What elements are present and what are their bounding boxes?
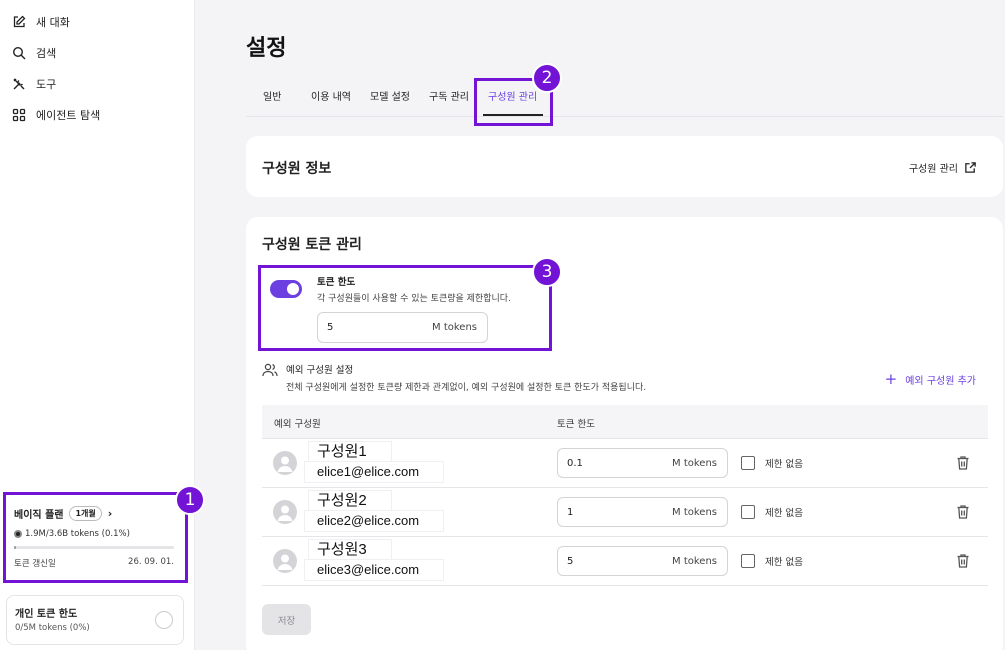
user-icon: [277, 456, 293, 472]
member-manage-link[interactable]: 구성원 관리: [909, 160, 977, 175]
no-limit-checkbox[interactable]: [741, 456, 755, 470]
member-email: elice3@elice.com: [304, 559, 444, 581]
sidebar-item-label: 에이전트 탐색: [36, 109, 101, 122]
grid-icon: [12, 108, 26, 122]
tab-model-settings[interactable]: 모델 설정: [370, 88, 410, 103]
exception-title: 예외 구성원 설정: [286, 365, 354, 376]
plan-title-row: 베이직 플랜 1개월 ›: [14, 506, 112, 521]
plan-card[interactable]: 베이직 플랜 1개월 › 1.9M/3.6B tokens (0.1%) 토큰 …: [6, 496, 186, 580]
table-row: 구성원1 elice1@elice.com 0.1 M tokens 제한 없음: [262, 439, 988, 488]
member-limit-value: 5: [567, 556, 574, 567]
member-limit-value: 0.1: [567, 458, 583, 469]
plan-renew-date: 26. 09. 01.: [128, 557, 174, 567]
plan-usage: 1.9M/3.6B tokens (0.1%): [14, 529, 130, 539]
exception-table-header: 예외 구성원 토큰 한도: [262, 405, 988, 439]
sidebar-item-tools[interactable]: 도구: [12, 72, 56, 96]
member-info-card: 구성원 정보 구성원 관리: [246, 136, 1003, 197]
member-limit-input[interactable]: 1 M tokens: [557, 497, 728, 527]
member-email: elice1@elice.com: [304, 461, 444, 483]
plus-icon: +: [884, 370, 898, 388]
tab-members[interactable]: 구성원 관리: [488, 88, 537, 103]
callout-number-1: 1: [175, 485, 205, 515]
token-management-title: 구성원 토큰 관리: [262, 237, 362, 253]
member-limit-input[interactable]: 0.1 M tokens: [557, 448, 728, 478]
sidebar-item-search[interactable]: 검색: [12, 41, 56, 65]
avatar: [273, 500, 297, 524]
plan-renew-label: 토큰 갱신일: [14, 559, 56, 569]
external-link-icon: [965, 162, 976, 173]
callout-number-3: 3: [532, 257, 562, 287]
table-row: 구성원2 elice2@elice.com 1 M tokens 제한 없음: [262, 488, 988, 537]
callout-number-2: 2: [532, 63, 562, 93]
add-exception-member-button[interactable]: + 예외 구성원 추가: [885, 370, 976, 388]
table-row: 구성원3 elice3@elice.com 5 M tokens 제한 없음: [262, 537, 988, 586]
plan-usage-bar: [14, 546, 174, 549]
member-name: 구성원1: [308, 441, 392, 463]
member-limit-value: 1: [567, 507, 574, 518]
tab-subscription[interactable]: 구독 관리: [429, 88, 469, 103]
plan-usage-text: 1.9M/3.6B tokens (0.1%): [25, 529, 130, 539]
sidebar-item-label: 새 대화: [36, 16, 70, 29]
tab-general[interactable]: 일반: [263, 88, 281, 103]
member-info-title: 구성원 정보: [262, 161, 332, 177]
edit-icon: [12, 15, 26, 29]
member-name: 구성원3: [308, 539, 392, 561]
member-limit-unit: M tokens: [672, 507, 717, 518]
token-limit-desc: 각 구성원들이 사용할 수 있는 토큰량을 제한합니다.: [317, 294, 511, 304]
token-limit-title: 토큰 한도: [317, 277, 356, 288]
member-limit-unit: M tokens: [672, 556, 717, 567]
add-exception-member-label: 예외 구성원 추가: [905, 375, 976, 387]
no-limit-label: 제한 없음: [765, 508, 803, 519]
tools-icon: [12, 77, 26, 91]
avatar: [273, 549, 297, 573]
member-manage-link-label: 구성원 관리: [908, 164, 958, 175]
toggle-knob: [287, 283, 299, 295]
col-token-limit: 토큰 한도: [557, 419, 595, 430]
token-coin-icon: [14, 530, 22, 538]
chevron-right-icon[interactable]: ›: [108, 507, 113, 520]
plan-badge: 1개월: [69, 506, 102, 521]
plan-usage-bar-fill: [14, 546, 17, 549]
no-limit-checkbox[interactable]: [741, 505, 755, 519]
member-name: 구성원2: [308, 490, 392, 512]
sidebar: 새 대화 검색 도구 에이전트 탐색 베이직 플랜 1개월 › 1.9M/3.6…: [0, 0, 195, 650]
sidebar-item-agents[interactable]: 에이전트 탐색: [12, 103, 100, 127]
trash-icon[interactable]: [956, 553, 970, 569]
token-limit-toggle[interactable]: [270, 280, 302, 298]
progress-ring-icon: [155, 611, 173, 629]
sidebar-item-label: 도구: [36, 78, 57, 91]
tab-usage-history[interactable]: 이용 내역: [311, 88, 351, 103]
trash-icon[interactable]: [956, 455, 970, 471]
col-member: 예외 구성원: [274, 419, 321, 430]
member-email: elice2@elice.com: [304, 510, 444, 532]
user-icon: [277, 505, 293, 521]
trash-icon[interactable]: [956, 504, 970, 520]
no-limit-checkbox[interactable]: [741, 554, 755, 568]
page-title: 설정: [246, 36, 287, 61]
sidebar-item-new-chat[interactable]: 새 대화: [12, 10, 70, 34]
token-limit-value: 5: [327, 322, 334, 333]
exception-desc: 전체 구성원에게 설정한 토큰량 제한과 관계없이, 예외 구성원에 설정한 토…: [286, 383, 647, 393]
personal-limit-title: 개인 토큰 한도: [15, 609, 78, 620]
search-icon: [12, 46, 26, 60]
token-limit-input[interactable]: 5 M tokens: [317, 312, 488, 343]
settings-tabs: 일반 이용 내역 모델 설정 구독 관리 구성원 관리: [246, 80, 1003, 117]
personal-limit-card[interactable]: 개인 토큰 한도 0/5M tokens (0%): [6, 595, 184, 645]
token-limit-unit: M tokens: [432, 322, 477, 333]
users-icon: [262, 363, 278, 377]
plan-name: 베이직 플랜: [14, 510, 64, 521]
member-limit-unit: M tokens: [672, 458, 717, 469]
no-limit-label: 제한 없음: [765, 557, 803, 568]
sidebar-item-label: 검색: [36, 47, 57, 60]
avatar: [273, 451, 297, 475]
token-management-card: 구성원 토큰 관리 토큰 한도 각 구성원들이 사용할 수 있는 토큰량을 제한…: [246, 217, 1003, 650]
active-tab-indicator: [483, 114, 543, 116]
no-limit-label: 제한 없음: [765, 459, 803, 470]
user-icon: [277, 554, 293, 570]
personal-limit-usage: 0/5M tokens (0%): [15, 623, 90, 633]
save-button[interactable]: 저장: [262, 604, 311, 635]
member-limit-input[interactable]: 5 M tokens: [557, 546, 728, 576]
